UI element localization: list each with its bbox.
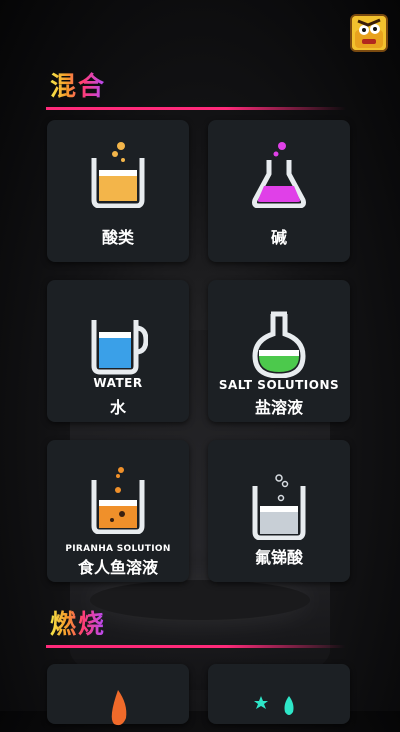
avatar-button[interactable] <box>350 14 388 52</box>
round-flask-icon <box>252 311 306 378</box>
card-acids-label: 酸类 <box>101 228 134 247</box>
section-divider-burn <box>46 645 346 648</box>
section-divider-mix <box>46 107 346 110</box>
card-fluoroantimonic-acid[interactable]: 氟锑酸 <box>208 440 350 582</box>
flame-icon <box>111 690 127 726</box>
background-pedestal-base <box>90 580 310 620</box>
card-base[interactable]: 碱 <box>208 120 350 262</box>
section-title-burn: 燃烧 <box>50 604 106 641</box>
beaker-icon <box>252 474 306 540</box>
card-water-label: 水 <box>109 398 126 417</box>
sparkle-drop-icon <box>254 696 294 715</box>
card-piranha-solution-label: 食人鱼溶液 <box>77 558 158 577</box>
card-water-sub: WATER <box>93 376 143 390</box>
beaker-icon <box>91 142 145 208</box>
card-acids[interactable]: 酸类 <box>47 120 189 262</box>
section-title-mix: 混合 <box>50 66 106 103</box>
flask-icon <box>252 142 306 208</box>
card-water[interactable]: WATER 水 <box>47 280 189 422</box>
card-salt-solutions-sub: SALT SOLUTIONS <box>218 378 340 392</box>
pitcher-icon <box>91 320 148 375</box>
card-base-label: 碱 <box>270 228 287 247</box>
card-piranha-solution-sub: PIRANHA SOLUTION <box>65 544 171 554</box>
card-burn-2[interactable] <box>208 664 350 724</box>
card-burn-1[interactable] <box>47 664 189 726</box>
avatar-icon <box>352 16 386 50</box>
beaker-icon <box>91 467 145 534</box>
card-salt-solutions-label: 盐溶液 <box>254 398 303 417</box>
card-piranha-solution[interactable]: PIRANHA SOLUTION 食人鱼溶液 <box>47 440 189 582</box>
card-salt-solutions[interactable]: SALT SOLUTIONS 盐溶液 <box>208 280 350 422</box>
card-fluoroantimonic-acid-label: 氟锑酸 <box>254 548 303 567</box>
